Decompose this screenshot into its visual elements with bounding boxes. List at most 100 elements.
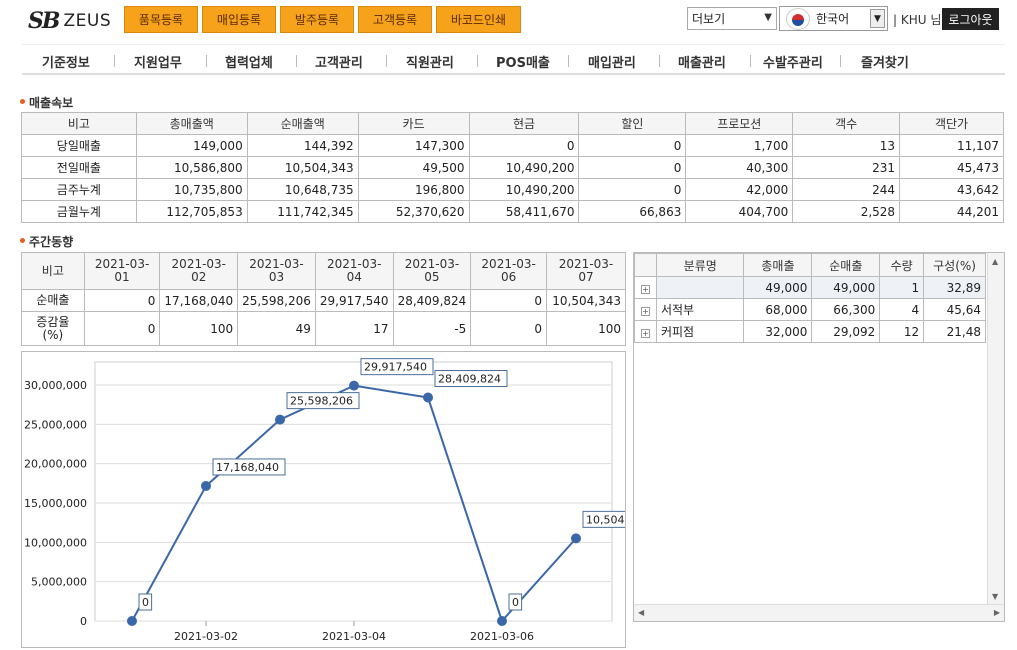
table-cell: 10,735,800 [135, 178, 248, 201]
table-cell: 68,000 [743, 298, 813, 321]
nav-item-support[interactable]: 지원업무 [134, 52, 182, 71]
scroll-right-icon[interactable]: ▶ [994, 608, 1000, 617]
table-cell: 196,800 [357, 178, 470, 201]
column-header: 2021-03- 04 [314, 252, 394, 290]
table-cell: 42,000 [685, 178, 794, 201]
data-label: 17,168,040 [216, 461, 279, 474]
logo[interactable]: SB ZEUS [28, 8, 111, 34]
user-info: | KHU 님 [893, 13, 942, 27]
table-cell: 4 [879, 298, 925, 321]
nav-item-partners[interactable]: 협력업체 [225, 52, 273, 71]
column-header: 순매출 [811, 253, 881, 277]
more-select[interactable]: 더보기 ▼ [687, 7, 777, 30]
nav-item-purchases[interactable]: 매입관리 [588, 52, 636, 71]
scroll-left-icon[interactable]: ◀ [638, 608, 644, 617]
weekly-trend-title: 주간동향 [20, 233, 73, 250]
chevron-down-icon: ▼ [870, 9, 885, 28]
table-cell: 28,409,824 [392, 289, 472, 312]
horizontal-scrollbar[interactable]: ◀ ▶ [634, 604, 1004, 621]
logout-button[interactable]: 로그아웃 [942, 8, 999, 30]
table-cell: 10,648,735 [246, 178, 359, 201]
order-register-button[interactable]: 발주등록 [280, 6, 354, 33]
table-cell: 45,473 [899, 156, 1004, 179]
nav-item-orders[interactable]: 수발주관리 [763, 52, 823, 71]
scroll-down-icon[interactable]: ▼ [992, 592, 998, 601]
data-label: 0 [142, 596, 149, 609]
table-cell: 49,000 [743, 276, 813, 299]
data-label: 0 [512, 596, 519, 609]
logo-mark: SB [28, 8, 61, 34]
table-cell: 32,000 [743, 320, 813, 343]
row-label: 증감율 (%) [21, 311, 85, 346]
data-point [201, 480, 211, 491]
column-header: 현금 [468, 112, 580, 135]
y-tick-label: 30,000,000 [24, 379, 87, 392]
column-header: 프로모션 [685, 112, 794, 135]
column-header: 2021-03- 05 [392, 252, 472, 290]
column-header: 총매출액 [135, 112, 248, 135]
table-cell: 149,000 [135, 134, 248, 157]
column-header: 분류명 [655, 253, 745, 277]
table-row: 당일매출 149,000 144,392 147,300 0 0 1,700 13 11,107 [21, 134, 1004, 157]
table-cell: 244 [792, 178, 901, 201]
language-select[interactable]: 한국어 ▼ [779, 6, 888, 31]
table-cell: 66,300 [811, 298, 881, 321]
nav-item-sales[interactable]: 매출관리 [678, 52, 726, 71]
table-row[interactable]: + 커피점 32,000 29,092 12 21,48 [634, 320, 986, 343]
table-cell: 10,490,200 [468, 178, 580, 201]
table-cell: 49,000 [811, 276, 881, 299]
item-register-button[interactable]: 품목등록 [124, 6, 198, 33]
column-header: 2021-03- 01 [83, 252, 161, 290]
nav-item-staff[interactable]: 직원관리 [406, 52, 454, 71]
column-header: 할인 [578, 112, 687, 135]
table-cell: 231 [792, 156, 901, 179]
nav-item-pos-sales[interactable]: POS매출 [496, 52, 550, 71]
scroll-up-icon[interactable]: ▲ [992, 257, 998, 266]
y-tick-label: 5,000,000 [31, 576, 87, 589]
table-cell: 0 [470, 289, 548, 312]
korea-flag-icon [786, 7, 810, 30]
barcode-print-button[interactable]: 바코드인쇄 [436, 6, 521, 33]
expand-toggle[interactable]: + [634, 276, 657, 299]
table-row[interactable]: +49,000 49,000 1 32,89 [634, 276, 986, 299]
table-cell: 1 [879, 276, 925, 299]
y-tick-label: 25,000,000 [24, 418, 87, 431]
column-header: 구성(%) [923, 253, 986, 277]
plus-icon: + [640, 328, 650, 338]
nav-divider [386, 55, 387, 67]
sales-summary-title: 매출속보 [20, 94, 73, 111]
x-tick-label: 2021-03-06 [470, 630, 534, 643]
data-point [497, 616, 507, 626]
table-cell: 29,092 [811, 320, 881, 343]
table-cell: 10,586,800 [135, 156, 248, 179]
table-row: 순매출 0 17,168,040 25,598,206 29,917,540 28,409… [21, 289, 626, 312]
category-grid: 분류명 총매출 순매출 수량 구성(%) +49,000 49,000 1 32,89… [633, 252, 1005, 622]
row-label: 금주누계 [21, 178, 137, 201]
nav-item-basic-info[interactable]: 기준정보 [42, 52, 90, 71]
bullet-icon [20, 99, 25, 104]
nav-divider [840, 55, 841, 67]
bullet-icon [20, 238, 25, 243]
category-name: 서적부 [655, 298, 745, 321]
table-row: 증감율 (%) 0 100 49 17 -5 0 100 [21, 311, 626, 346]
purchase-register-button[interactable]: 매입등록 [202, 6, 276, 33]
column-header: 객단가 [899, 112, 1004, 135]
vertical-scrollbar[interactable]: ▲ ▼ [987, 253, 1004, 605]
expand-toggle[interactable]: + [634, 320, 657, 343]
nav-divider [659, 55, 660, 67]
nav-item-customers[interactable]: 고객관리 [315, 52, 363, 71]
table-cell: 147,300 [357, 134, 470, 157]
table-cell: 0 [468, 134, 580, 157]
nav-item-favorites[interactable]: 즐겨찾기 [861, 52, 909, 71]
expand-toggle[interactable]: + [634, 298, 657, 321]
table-row[interactable]: + 서적부 68,000 66,300 4 45,64 [634, 298, 986, 321]
x-tick-label: 2021-03-02 [174, 630, 238, 643]
table-cell: 112,705,853 [135, 200, 248, 223]
main-nav: 기준정보 지원업무 협력업체 고객관리 직원관리 POS매출 매입관리 매출관리… [22, 44, 1005, 75]
row-label: 금월누계 [21, 200, 137, 223]
column-header: 2021-03- 06 [470, 252, 548, 290]
customer-register-button[interactable]: 고객등록 [358, 6, 432, 33]
category-name [655, 276, 745, 299]
column-header: 비고 [21, 112, 137, 135]
column-header: 2021-03- 02 [159, 252, 239, 290]
